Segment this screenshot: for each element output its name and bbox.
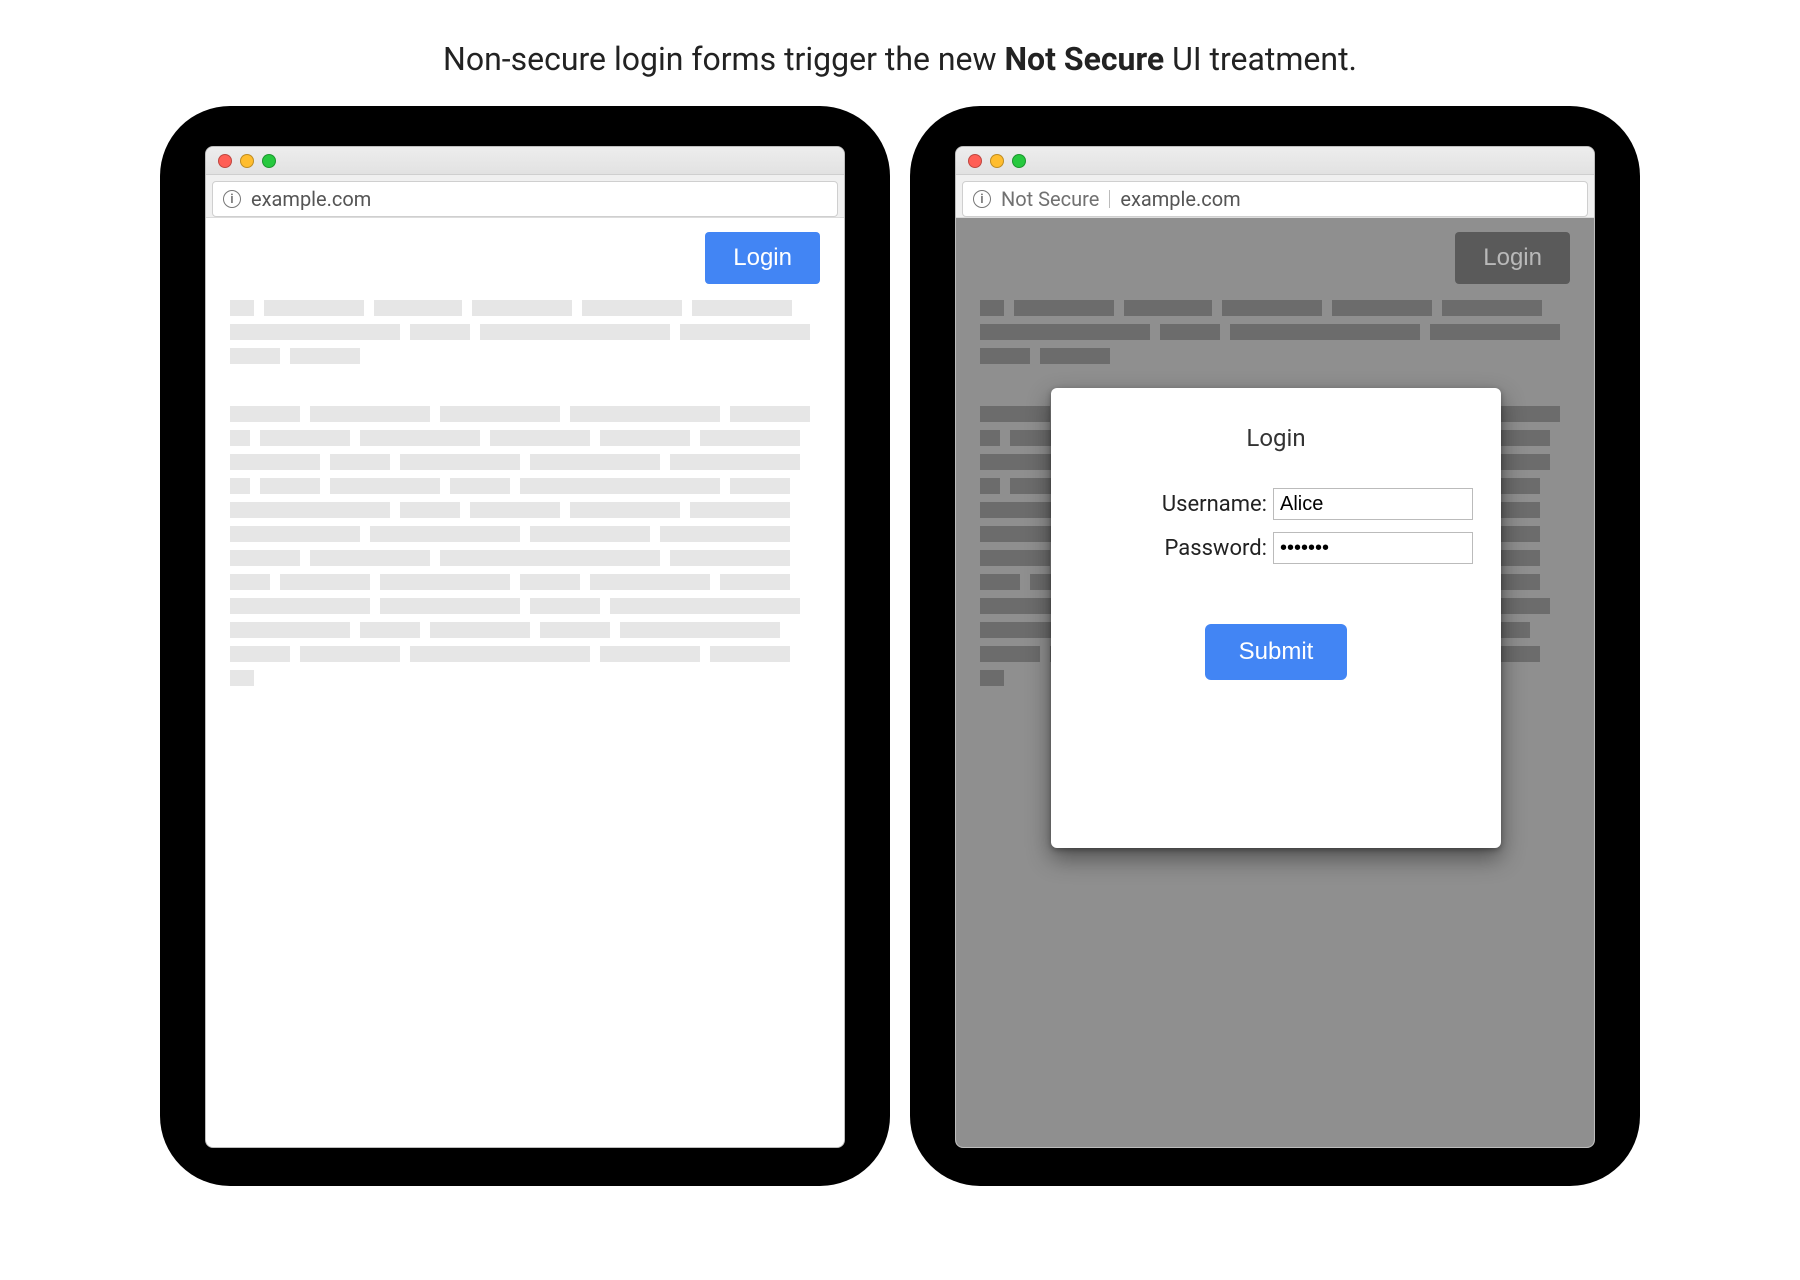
password-input[interactable] <box>1273 532 1473 564</box>
right-browser-window: i Not Secure example.com Login <box>955 146 1595 1148</box>
info-icon[interactable]: i <box>973 190 991 208</box>
password-label: Password: <box>1164 536 1267 561</box>
right-titlebar <box>956 147 1594 175</box>
password-row: Password: <box>1079 532 1473 564</box>
not-secure-label: Not Secure <box>1001 187 1099 211</box>
left-addressbar[interactable]: i example.com <box>212 181 838 217</box>
left-titlebar <box>206 147 844 175</box>
right-viewport: Login <box>956 217 1594 1147</box>
maximize-icon[interactable] <box>1012 154 1026 168</box>
caption-prefix: Non-secure login forms trigger the new <box>443 40 1004 78</box>
left-viewport: Login <box>206 217 844 1147</box>
submit-button[interactable]: Submit <box>1205 624 1348 680</box>
username-row: Username: <box>1079 488 1473 520</box>
close-icon[interactable] <box>968 154 982 168</box>
maximize-icon[interactable] <box>262 154 276 168</box>
caption-suffix: UI treatment. <box>1164 40 1357 78</box>
modal-title: Login <box>1246 424 1305 452</box>
username-label: Username: <box>1162 492 1267 517</box>
minimize-icon[interactable] <box>990 154 1004 168</box>
username-input[interactable] <box>1273 488 1473 520</box>
address-divider <box>1109 190 1110 208</box>
minimize-icon[interactable] <box>240 154 254 168</box>
caption-bold: Not Secure <box>1004 40 1164 78</box>
left-browser-window: i example.com Login <box>205 146 845 1148</box>
left-address-text: example.com <box>251 187 371 211</box>
right-addressbar[interactable]: i Not Secure example.com <box>962 181 1588 217</box>
figure-comparison: i example.com Login <box>150 106 1650 1186</box>
login-modal: Login Username: Password: Submit <box>1051 388 1501 848</box>
login-button[interactable]: Login <box>705 232 820 284</box>
left-placeholder-content <box>230 300 820 686</box>
login-button[interactable]: Login <box>1455 232 1570 284</box>
figure-caption: Non-secure login forms trigger the new N… <box>443 40 1357 78</box>
right-address-text: example.com <box>1120 187 1240 211</box>
close-icon[interactable] <box>218 154 232 168</box>
info-icon[interactable]: i <box>223 190 241 208</box>
right-device-frame: i Not Secure example.com Login <box>910 106 1640 1186</box>
left-device-frame: i example.com Login <box>160 106 890 1186</box>
